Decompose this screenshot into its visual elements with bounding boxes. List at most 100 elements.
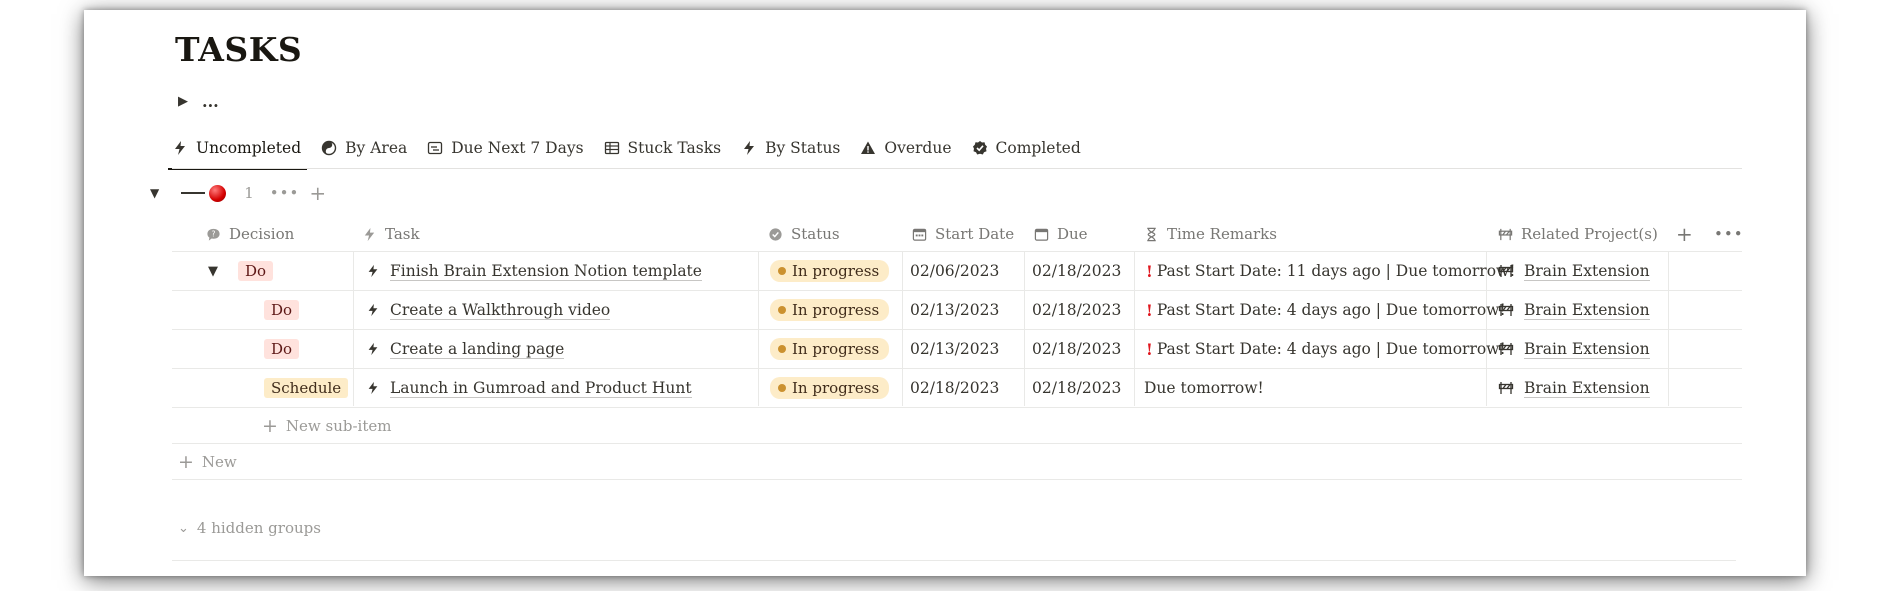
tab-uncompleted[interactable]: Uncompleted <box>167 128 308 170</box>
table-row[interactable]: Schedule Launch in Gumroad and Product H… <box>172 369 1742 407</box>
tab-label: Overdue <box>884 139 952 157</box>
project-link[interactable]: Brain Extension <box>1524 301 1650 320</box>
project-link[interactable]: Brain Extension <box>1524 262 1650 281</box>
decision-tag[interactable]: Schedule <box>264 378 349 398</box>
related-project-cell[interactable]: Brain Extension <box>1498 369 1650 407</box>
status-cell[interactable]: In progress <box>770 291 890 329</box>
time-remarks-cell: Due tomorrow! <box>1144 379 1264 397</box>
task-cell[interactable]: Launch in Gumroad and Product Hunt <box>366 369 692 407</box>
svg-text:?: ? <box>212 229 216 238</box>
task-cell[interactable]: Finish Brain Extension Notion template <box>366 252 702 290</box>
due-date-cell[interactable]: 02/18/2023 <box>1032 369 1121 407</box>
status-cell[interactable]: In progress <box>770 369 890 407</box>
tab-overdue[interactable]: Overdue <box>860 128 952 168</box>
bolt-icon <box>368 342 378 356</box>
add-column-icon[interactable]: + <box>1676 218 1693 250</box>
decision-tag[interactable]: Do <box>264 300 300 320</box>
task-title[interactable]: Launch in Gumroad and Product Hunt <box>390 379 692 398</box>
expand-toggle-icon[interactable]: ▼ <box>208 252 218 290</box>
tab-by-area[interactable]: By Area <box>321 128 407 168</box>
project-link[interactable]: Brain Extension <box>1524 340 1650 359</box>
table-icon <box>604 141 619 155</box>
column-header-due[interactable]: Due <box>1034 218 1088 250</box>
table-row[interactable]: Do Create a landing page In progress 02/… <box>172 330 1742 368</box>
page-title: TASKS <box>175 30 303 69</box>
bolt-icon <box>175 141 185 155</box>
new-sub-item-button[interactable]: + New sub-item <box>262 411 392 441</box>
column-header-related-projects[interactable]: Related Project(s) <box>1498 218 1658 250</box>
status-badge: In progress <box>770 299 890 321</box>
exclamation-icon: ! <box>1146 339 1153 359</box>
related-project-cell[interactable]: Brain Extension <box>1498 252 1650 290</box>
table-row[interactable]: Do Create a Walkthrough video In progres… <box>172 291 1742 329</box>
tabs-divider <box>172 168 1742 169</box>
time-remarks-cell: ! Past Start Date: 4 days ago | Due tomor… <box>1146 300 1506 320</box>
start-date-cell[interactable]: 02/18/2023 <box>910 369 999 407</box>
check-badge-icon <box>972 141 987 155</box>
tab-due-next-7-days[interactable]: Due Next 7 Days <box>427 128 584 168</box>
tab-label: By Status <box>765 139 841 157</box>
plus-icon: + <box>262 415 278 437</box>
more-options-icon[interactable]: ••• <box>1714 218 1744 250</box>
status-dot <box>778 384 786 392</box>
chevron-down-icon: ⌄ <box>178 520 189 536</box>
tab-stuck-tasks[interactable]: Stuck Tasks <box>604 128 722 168</box>
decision-tag[interactable]: Do <box>238 261 274 281</box>
more-options-icon[interactable]: ••• <box>270 184 300 202</box>
related-project-cell[interactable]: Brain Extension <box>1498 330 1650 368</box>
decision-cell: Do <box>264 330 300 368</box>
group-toggle-icon[interactable]: ▼ <box>150 186 159 200</box>
hidden-groups-toggle[interactable]: ⌄ 4 hidden groups <box>178 513 321 543</box>
bolt-icon <box>368 264 378 278</box>
table-header: ? Decision Task Status Start Date Due Ti… <box>172 218 1744 250</box>
start-date-cell[interactable]: 02/13/2023 <box>910 330 999 368</box>
decision-tag[interactable]: Do <box>264 339 300 359</box>
status-badge: In progress <box>770 260 890 282</box>
column-header-status[interactable]: Status <box>768 218 840 250</box>
tab-completed[interactable]: Completed <box>972 128 1081 168</box>
tab-by-status[interactable]: By Status <box>741 128 840 168</box>
group-header: ▼ 1 ••• + <box>150 183 326 203</box>
barrier-icon <box>1498 304 1514 316</box>
task-title[interactable]: Create a landing page <box>390 340 565 359</box>
project-link[interactable]: Brain Extension <box>1524 379 1650 398</box>
tab-label: Uncompleted <box>196 139 302 157</box>
status-cell[interactable]: In progress <box>770 330 890 368</box>
new-row-button[interactable]: + New <box>178 447 237 477</box>
due-date-cell[interactable]: 02/18/2023 <box>1032 291 1121 329</box>
group-count: 1 <box>244 184 254 202</box>
bolt-icon <box>364 227 375 241</box>
calendar-icon <box>912 228 927 241</box>
time-remarks-cell: ! Past Start Date: 4 days ago | Due tomor… <box>1146 339 1506 359</box>
related-project-cell[interactable]: Brain Extension <box>1498 291 1650 329</box>
column-header-decision[interactable]: ? Decision <box>206 218 294 250</box>
task-cell[interactable]: Create a landing page <box>366 330 565 368</box>
tab-label: Completed <box>995 139 1081 157</box>
barrier-icon <box>1498 265 1514 277</box>
task-title[interactable]: Create a Walkthrough video <box>390 301 611 320</box>
column-header-task[interactable]: Task <box>362 218 420 250</box>
exclamation-icon: ! <box>1146 300 1153 320</box>
due-date-cell[interactable]: 02/18/2023 <box>1032 330 1121 368</box>
barrier-icon <box>1498 382 1514 394</box>
exclamation-icon: ! <box>1146 261 1153 281</box>
table-row[interactable]: ▼ Do Finish Brain Extension Notion templ… <box>172 252 1742 290</box>
task-cell[interactable]: Create a Walkthrough video <box>366 291 611 329</box>
column-header-time-remarks[interactable]: Time Remarks <box>1144 218 1277 250</box>
toggle-triangle-icon[interactable]: ▶ <box>178 94 188 109</box>
due-date-cell[interactable]: 02/18/2023 <box>1032 252 1121 290</box>
task-title[interactable]: Finish Brain Extension Notion template <box>390 262 702 281</box>
status-badge: In progress <box>770 338 890 360</box>
column-header-start-date[interactable]: Start Date <box>912 218 1014 250</box>
status-cell[interactable]: In progress <box>770 252 890 290</box>
tab-label: Stuck Tasks <box>627 139 722 157</box>
start-date-cell[interactable]: 02/13/2023 <box>910 291 999 329</box>
plus-icon: + <box>178 451 194 473</box>
barrier-icon <box>1498 343 1514 355</box>
add-icon[interactable]: + <box>309 183 326 203</box>
time-remarks-cell: ! Past Start Date: 11 days ago | Due tomo… <box>1146 261 1516 281</box>
toggle-block[interactable]: ▶ ... <box>178 92 219 111</box>
status-check-icon <box>769 227 782 241</box>
start-date-cell[interactable]: 02/06/2023 <box>910 252 999 290</box>
status-dot <box>778 306 786 314</box>
